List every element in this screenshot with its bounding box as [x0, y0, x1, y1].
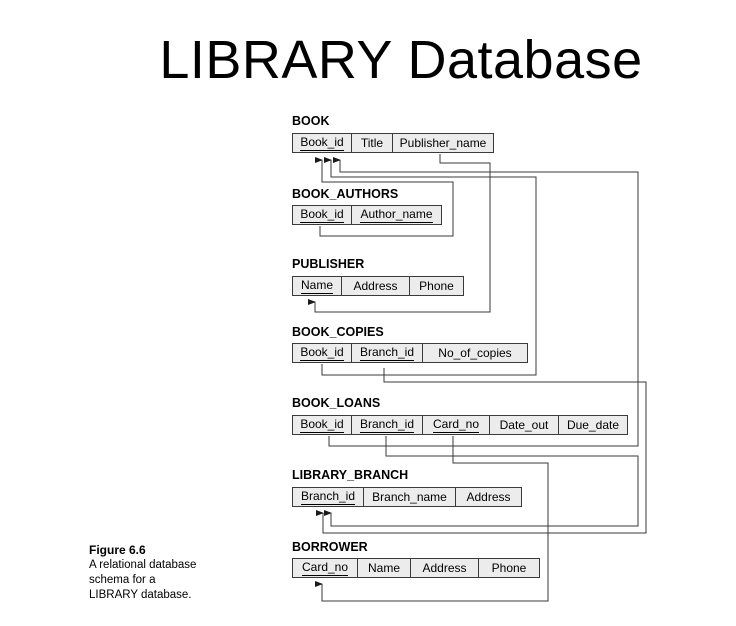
caption-line-1: A relational database [89, 559, 197, 571]
foreign-key-lines [308, 154, 647, 602]
fk-book-loans-to-branch [324, 436, 639, 527]
caption-line-3: LIBRARY database. [89, 589, 192, 601]
fk-book-to-publisher [308, 154, 491, 313]
fk-book-loans-to-borrower [315, 436, 549, 602]
caption-line-2: schema for a [89, 574, 156, 586]
figure-caption: Figure 6.6 A relational database schema … [89, 543, 196, 603]
fk-book-copies-to-book [321, 157, 537, 376]
figure-label: Figure 6.6 [89, 543, 146, 557]
fk-book-loans-to-book [328, 157, 639, 447]
fk-book-copies-to-branch [316, 368, 647, 534]
